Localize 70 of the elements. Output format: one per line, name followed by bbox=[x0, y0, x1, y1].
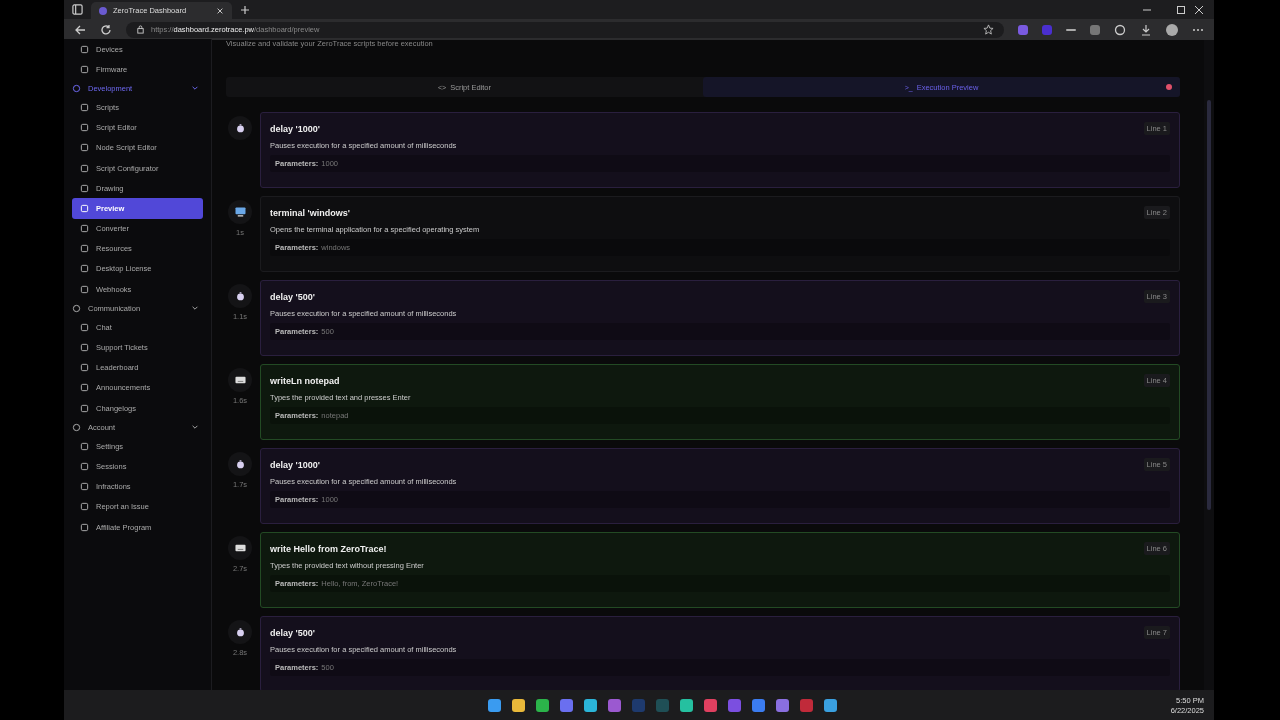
chevron-icon bbox=[191, 304, 199, 313]
close-icon[interactable] bbox=[216, 6, 224, 15]
step-command: delay '1000' bbox=[270, 123, 320, 134]
back-icon[interactable] bbox=[74, 23, 86, 36]
step-command: terminal 'windows' bbox=[270, 207, 350, 218]
star-icon[interactable] bbox=[983, 24, 994, 35]
tab-actions-icon[interactable] bbox=[72, 4, 83, 15]
taskbar-app-icon[interactable] bbox=[487, 698, 501, 712]
circle-icon bbox=[72, 83, 81, 93]
taskbar-app-icon[interactable] bbox=[823, 698, 837, 712]
square-icon bbox=[80, 403, 89, 413]
taskbar-app-icon[interactable] bbox=[559, 698, 573, 712]
step-command: delay '500' bbox=[270, 291, 315, 302]
square-icon bbox=[80, 264, 89, 274]
stopwatch-icon bbox=[235, 627, 245, 637]
taskbar-app-icon[interactable] bbox=[535, 698, 549, 712]
square-icon bbox=[80, 64, 89, 74]
square-icon bbox=[80, 143, 89, 153]
close-icon[interactable] bbox=[1194, 4, 1204, 15]
square-icon bbox=[80, 183, 89, 193]
taskbar-app-icon[interactable] bbox=[583, 698, 597, 712]
taskbar-app-icon[interactable] bbox=[511, 698, 525, 712]
taskbar-app-icon[interactable] bbox=[775, 698, 789, 712]
square-icon bbox=[80, 284, 89, 294]
square-icon bbox=[80, 123, 89, 133]
extension-icon[interactable] bbox=[1114, 23, 1126, 36]
square-icon bbox=[80, 383, 89, 393]
favicon-icon bbox=[99, 6, 107, 15]
step-command: write Hello from ZeroTrace! bbox=[270, 543, 387, 554]
monitor-icon bbox=[234, 207, 246, 217]
square-icon bbox=[80, 44, 89, 54]
keyboard-icon bbox=[234, 376, 246, 384]
step-command: delay '1000' bbox=[270, 459, 320, 470]
profile-avatar[interactable] bbox=[1166, 23, 1178, 36]
keyboard-icon bbox=[234, 544, 246, 552]
scrollbar-thumb[interactable] bbox=[1207, 100, 1211, 510]
circle-icon bbox=[72, 422, 81, 432]
square-icon bbox=[80, 224, 89, 234]
square-icon bbox=[80, 502, 89, 512]
square-icon bbox=[80, 522, 89, 532]
square-icon bbox=[80, 482, 89, 492]
lock-icon[interactable] bbox=[136, 25, 145, 34]
step-command: writeLn notepad bbox=[270, 375, 340, 386]
square-icon bbox=[80, 244, 89, 254]
taskbar-app-icon[interactable] bbox=[607, 698, 621, 712]
square-icon bbox=[80, 363, 89, 373]
square-icon bbox=[80, 343, 89, 353]
taskbar-app-icon[interactable] bbox=[679, 698, 693, 712]
taskbar-app-icon[interactable] bbox=[703, 698, 717, 712]
square-icon bbox=[80, 102, 89, 112]
step-command: delay '500' bbox=[270, 627, 315, 638]
stopwatch-icon bbox=[235, 291, 245, 301]
square-icon bbox=[80, 163, 89, 173]
more-icon[interactable] bbox=[1192, 27, 1204, 32]
stopwatch-icon bbox=[235, 123, 245, 133]
circle-icon bbox=[72, 303, 81, 313]
new-tab-icon[interactable] bbox=[240, 4, 250, 15]
square-icon bbox=[80, 441, 89, 451]
taskbar-app-icon[interactable] bbox=[751, 698, 765, 712]
status-dot bbox=[1166, 84, 1172, 90]
chevron-icon bbox=[191, 84, 199, 93]
square-icon bbox=[80, 322, 89, 332]
maximize-icon[interactable] bbox=[1176, 4, 1186, 15]
extension-icon[interactable] bbox=[1066, 28, 1076, 31]
chevron-icon bbox=[191, 423, 199, 432]
download-icon[interactable] bbox=[1140, 23, 1152, 36]
square-icon bbox=[80, 461, 89, 471]
stopwatch-icon bbox=[235, 459, 245, 469]
square-icon bbox=[80, 203, 89, 213]
reload-icon[interactable] bbox=[100, 23, 112, 36]
